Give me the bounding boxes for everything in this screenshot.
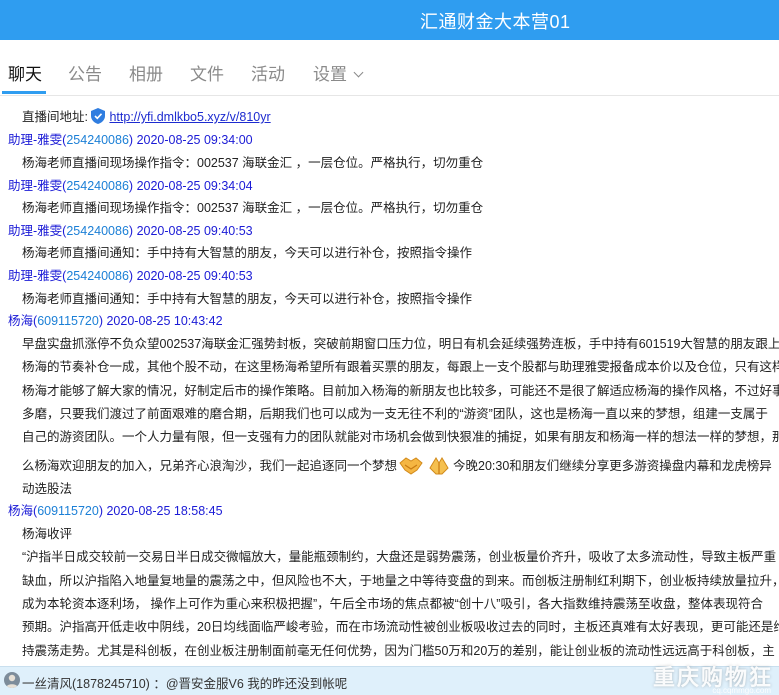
tab-bar: 聊天 公告 相册 文件 活动 设置 bbox=[0, 40, 779, 96]
sender-qq[interactable]: 609115720 bbox=[37, 504, 99, 518]
message-header: 杨海(609115720) 2020-08-25 18:58:45 bbox=[8, 504, 223, 518]
message-text-line: 早盘实盘抓涨停不负众望002537海联金汇强势封板，突破前期窗口压力位，明日有机… bbox=[22, 337, 779, 351]
message-text: 直播间地址: http://yfi.dmlkbo5.xyz/v/810yr bbox=[22, 106, 271, 125]
tab-activities[interactable]: 活动 bbox=[251, 60, 285, 85]
notification-text: 一丝清风(1878245710) ：@晋安金服V6 我的昨还没到帐呢 bbox=[22, 677, 348, 691]
message-header: 助理-雅雯(254240086) 2020-08-25 09:40:53 bbox=[8, 224, 253, 238]
message-text-line: 成为本轮资本逐利场， 操作上可作为重心来积极把握”，午后全市场的焦点都被“创十八… bbox=[22, 597, 763, 611]
message-text-line: “沪指半日成交较前一交易日半日成交微幅放大，量能瓶颈制约，大盘还是弱势震荡，创业… bbox=[22, 550, 777, 564]
message-text-line: 动选股法 bbox=[22, 482, 73, 496]
message-text: 杨海老师直播间现场操作指令：002537 海联金汇 ，一层仓位。严格执行，切勿重… bbox=[22, 156, 484, 170]
tab-files[interactable]: 文件 bbox=[190, 60, 224, 85]
sender-qq[interactable]: 254240086 bbox=[66, 133, 129, 147]
live-room-link[interactable]: http://yfi.dmlkbo5.xyz/v/810yr bbox=[109, 110, 270, 124]
message-text-line: 预期。沪指高开低走收中阴线，20日均线面临严峻考验，而在市场流动性被创业板吸收过… bbox=[22, 620, 779, 634]
sender-qq[interactable]: 254240086 bbox=[66, 179, 129, 193]
sender-name[interactable]: 杨海 bbox=[8, 314, 33, 328]
sender-name[interactable]: 杨海 bbox=[8, 504, 33, 518]
live-room-label: 直播间地址: bbox=[22, 110, 88, 124]
message-text-line: 多磨，只要我们渡过了前面艰难的磨合期，后期我们也可以成为一支无往不利的“游资”团… bbox=[22, 407, 768, 421]
message-text-line: 杨海的节奏补仓一成，其他个股不动，在这里杨海希望所有跟着买票的朋友，每跟上一支个… bbox=[22, 360, 779, 374]
sender-name[interactable]: 助理-雅雯 bbox=[8, 133, 62, 147]
window-title: 汇通财金大本营01 bbox=[420, 12, 571, 32]
sender-name[interactable]: 助理-雅雯 bbox=[8, 179, 62, 193]
message-time: 2020-08-25 09:40:53 bbox=[136, 269, 253, 283]
message-text-line: 么杨海欢迎朋友的加入，兄弟齐心浪淘沙，我们一起追逐同一个梦想 今晚20:30和朋… bbox=[22, 454, 774, 476]
message-text: 杨海老师直播间通知：手中持有大智慧的朋友，今天可以进行补仓，按照指令操作 bbox=[22, 246, 473, 260]
window-titlebar: 汇通财金大本营01 bbox=[0, 0, 779, 40]
message-text-line: 杨海才能够了解大家的情况，好制定后市的操作策略。目前加入杨海的新朋友也比较多，可… bbox=[22, 384, 779, 398]
sender-qq[interactable]: 609115720 bbox=[37, 314, 99, 328]
message-heading: 杨海收评 bbox=[22, 527, 73, 541]
avatar bbox=[4, 672, 20, 688]
message-time: 2020-08-25 10:43:42 bbox=[106, 314, 223, 328]
message-header: 助理-雅雯(254240086) 2020-08-25 09:40:53 bbox=[8, 269, 253, 283]
notification-bar[interactable]: 一丝清风(1878245710) ：@晋安金服V6 我的昨还没到帐呢 重庆购物狂… bbox=[0, 665, 779, 695]
sender-name[interactable]: 助理-雅雯 bbox=[8, 224, 62, 238]
sender-qq[interactable]: 254240086 bbox=[66, 269, 129, 283]
sender-name[interactable]: 助理-雅雯 bbox=[8, 269, 62, 283]
tab-settings-label: 设置 bbox=[313, 65, 347, 84]
message-text: 杨海老师直播间现场操作指令：002537 海联金汇 ，一层仓位。严格执行，切勿重… bbox=[22, 201, 484, 215]
message-text-segment: 今晚20:30和朋友们继续分享更多游资操盘内幕和龙虎榜异 bbox=[453, 459, 772, 473]
message-text-line: 自己的游资团队。一个人力量有限，但一支强有力的团队就能对市场机会做到快狠准的捕捉… bbox=[22, 430, 779, 444]
handshake-emoji-icon bbox=[399, 457, 423, 475]
tab-album[interactable]: 相册 bbox=[129, 60, 163, 85]
message-time: 2020-08-25 09:40:53 bbox=[136, 224, 253, 238]
message-header: 助理-雅雯(254240086) 2020-08-25 09:34:00 bbox=[8, 133, 253, 147]
tab-chat[interactable]: 聊天 bbox=[8, 60, 42, 85]
message-text: 杨海老师直播间通知：手中持有大智慧的朋友，今天可以进行补仓，按照指令操作 bbox=[22, 292, 473, 306]
message-time: 2020-08-25 18:58:45 bbox=[106, 504, 223, 518]
message-time: 2020-08-25 09:34:00 bbox=[136, 133, 253, 147]
message-header: 助理-雅雯(254240086) 2020-08-25 09:34:04 bbox=[8, 179, 253, 193]
message-text-segment: 么杨海欢迎朋友的加入，兄弟齐心浪淘沙，我们一起追逐同一个梦想 bbox=[22, 459, 398, 473]
message-time: 2020-08-25 09:34:04 bbox=[136, 179, 253, 193]
sender-qq[interactable]: 254240086 bbox=[66, 224, 129, 238]
active-tab-indicator bbox=[2, 91, 46, 94]
message-text-line: 缺血，所以沪指陷入地量复地量的震荡之中，但风险也不大，于地量之中等待变盘的到来。… bbox=[22, 574, 779, 588]
message-text-line: 持震荡走势。尤其是科创板，在创业板注册制面前毫无任何优势，因为门槛50万和20万… bbox=[22, 644, 775, 658]
tab-settings[interactable]: 设置 bbox=[313, 60, 364, 85]
shield-icon bbox=[91, 108, 106, 124]
fist-bump-emoji-icon bbox=[429, 457, 449, 475]
message-header: 杨海(609115720) 2020-08-25 10:43:42 bbox=[8, 314, 223, 328]
chevron-down-icon bbox=[353, 67, 364, 78]
tab-announcements[interactable]: 公告 bbox=[68, 60, 102, 85]
chat-message-list[interactable]: 直播间地址: http://yfi.dmlkbo5.xyz/v/810yr 助理… bbox=[0, 96, 779, 666]
